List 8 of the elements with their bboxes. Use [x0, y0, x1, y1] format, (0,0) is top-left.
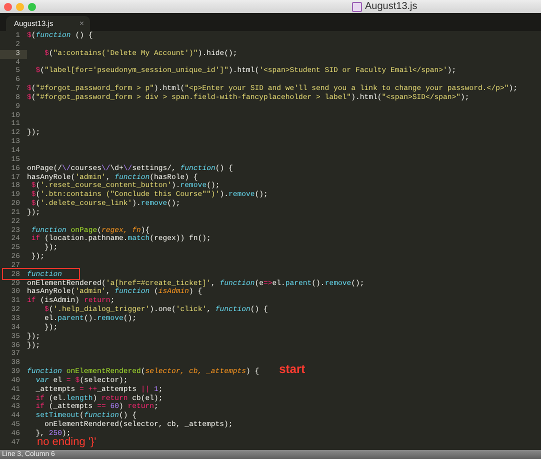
close-icon[interactable]: × — [79, 19, 84, 28]
minimize-window-icon[interactable] — [16, 2, 24, 10]
annotation-text: start — [279, 362, 306, 376]
file-icon — [352, 2, 362, 12]
annotation-text: no ending '}' — [37, 436, 96, 448]
zoom-window-icon[interactable] — [28, 2, 36, 10]
window-title: August13.js — [365, 1, 418, 12]
close-window-icon[interactable] — [4, 2, 12, 10]
